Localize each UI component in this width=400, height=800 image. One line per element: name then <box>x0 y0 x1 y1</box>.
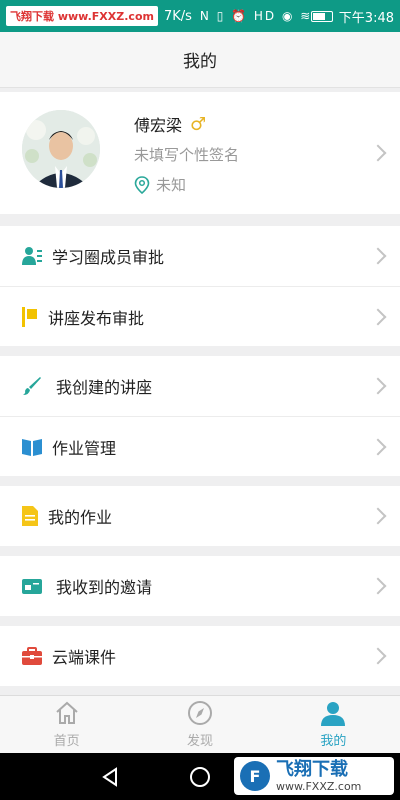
watermark-logo: F 飞翔下载 www.FXXZ.com <box>234 757 394 795</box>
chevron-right-icon <box>369 507 387 525</box>
chevron-right-icon <box>369 308 387 326</box>
menu-item-lecture-approval[interactable]: 讲座发布审批 <box>0 286 400 346</box>
tab-mine[interactable]: 我的 <box>267 696 400 753</box>
chevron-right-icon <box>369 647 387 665</box>
signature-text: 未填写个性签名 <box>134 146 240 164</box>
profile-card[interactable]: 傅宏梁 ♂ 未填写个性签名 未知 <box>0 92 400 214</box>
watermark-badge: 飞翔下载 www.FXXZ.com <box>6 6 158 26</box>
menu-item-my-homework[interactable]: 我的作业 <box>0 486 400 546</box>
menu-label: 学习圈成员审批 <box>52 248 165 267</box>
status-bar: 飞翔下载 www.FXXZ.com 7K/s N ▯ ⏰ HD ◉ ≋ ⁴ᴳ.ı… <box>0 0 400 32</box>
menu-label: 我的作业 <box>48 508 113 527</box>
menu-group-approvals: 学习圈成员审批 讲座发布审批 <box>0 226 400 346</box>
member-approval-icon <box>22 246 42 266</box>
menu-label: 我收到的邀请 <box>56 578 153 597</box>
menu-group-invites: 我收到的邀请 <box>0 556 400 616</box>
compass-icon <box>187 701 212 725</box>
watermark-title: 飞翔下载 <box>276 758 348 780</box>
menu-group-cloud: 云端课件 <box>0 626 400 686</box>
watermark-logo-mark: F <box>240 761 270 791</box>
male-icon: ♂ <box>190 113 207 135</box>
avatar-image <box>22 110 100 188</box>
watermark-url: www.FXXZ.com <box>276 779 362 793</box>
tab-discover[interactable]: 发现 <box>133 696 266 753</box>
menu-item-my-lectures[interactable]: 我创建的讲座 <box>0 356 400 416</box>
user-name: 傅宏梁 <box>134 116 183 135</box>
page-title: 我的 <box>183 52 217 72</box>
menu-item-homework-manage[interactable]: 作业管理 <box>0 416 400 476</box>
tab-home[interactable]: 首页 <box>0 696 133 753</box>
tab-discover-label: 发现 <box>186 734 213 749</box>
menu-group-lectures: 我创建的讲座 作业管理 <box>0 356 400 476</box>
location-pin-icon <box>134 175 150 194</box>
invite-card-icon <box>22 576 42 596</box>
document-icon <box>22 506 38 526</box>
name-row: 傅宏梁 ♂ <box>134 112 206 136</box>
chevron-right-icon <box>369 144 387 162</box>
brush-icon <box>22 376 42 396</box>
chevron-right-icon <box>369 438 387 456</box>
menu-item-cloud-courseware[interactable]: 云端课件 <box>0 626 400 686</box>
location-text: 未知 <box>156 176 187 194</box>
home-button-icon[interactable] <box>190 767 210 787</box>
chevron-right-icon <box>369 577 387 595</box>
menu-label: 讲座发布审批 <box>48 308 145 328</box>
menu-group-homework: 我的作业 <box>0 486 400 546</box>
system-nav-bar: F 飞翔下载 www.FXXZ.com <box>0 753 400 800</box>
location-row: 未知 <box>134 174 186 195</box>
status-icons: N ▯ ⏰ HD ◉ ≋ ⁴ᴳ.ıll ²ᴳ.ıll <box>199 9 311 23</box>
menu-label: 云端课件 <box>52 648 117 667</box>
book-icon <box>22 437 42 457</box>
user-icon <box>321 702 346 726</box>
back-icon[interactable] <box>100 767 120 787</box>
briefcase-icon <box>22 646 42 666</box>
chevron-right-icon <box>369 247 387 265</box>
bottom-navigation: 首页 发现 我的 <box>0 695 400 753</box>
menu-item-member-approval[interactable]: 学习圈成员审批 <box>0 226 400 286</box>
tab-home-label: 首页 <box>53 734 80 749</box>
battery-icon <box>310 10 333 22</box>
home-icon <box>55 701 78 724</box>
clock: 下午3:48 <box>338 10 394 26</box>
lecture-approval-icon <box>22 307 38 327</box>
menu-label: 作业管理 <box>52 438 117 458</box>
avatar[interactable] <box>22 110 100 188</box>
page-header: 我的 <box>0 32 400 88</box>
chevron-right-icon <box>369 377 387 395</box>
network-speed: 7K/s <box>163 8 192 24</box>
menu-item-invites[interactable]: 我收到的邀请 <box>0 556 400 616</box>
tab-mine-label: 我的 <box>320 734 347 749</box>
menu-label: 我创建的讲座 <box>56 378 153 397</box>
